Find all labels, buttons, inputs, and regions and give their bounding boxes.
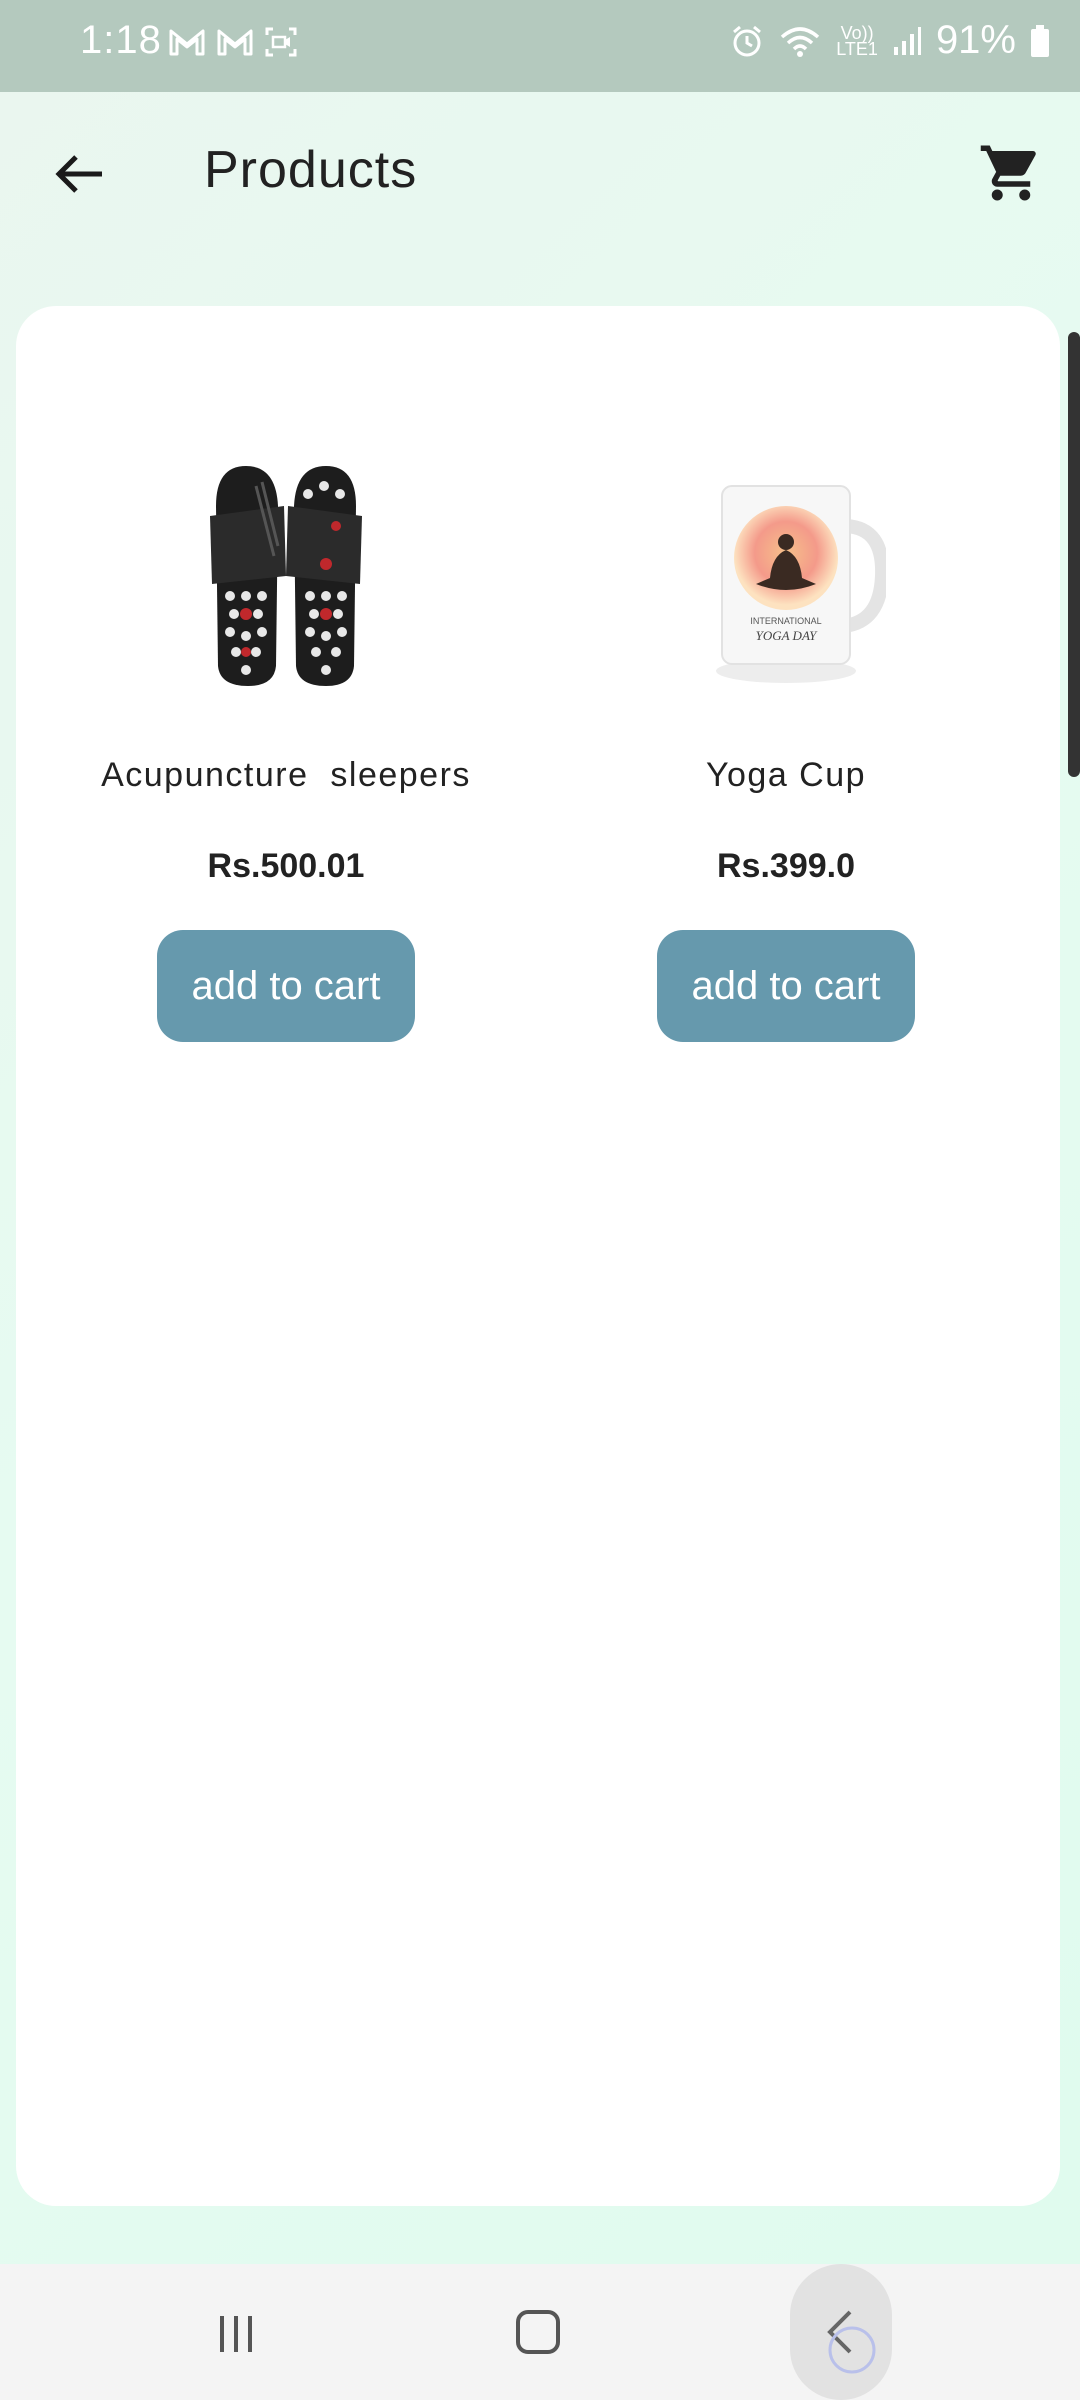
product-price: Rs.399.0 bbox=[717, 847, 855, 885]
scrollbar[interactable] bbox=[1068, 332, 1080, 777]
page-title: Products bbox=[204, 141, 418, 199]
product-price: Rs.500.01 bbox=[207, 847, 365, 885]
screen-recorder-icon bbox=[265, 27, 297, 57]
lte-label: LTE1 bbox=[836, 38, 878, 59]
product-name: Acupuncture sleepers bbox=[101, 756, 471, 794]
product-item: Acupuncture sleepers Rs.500.01 add to ca… bbox=[36, 446, 536, 1042]
add-to-cart-button[interactable]: add to cart bbox=[157, 930, 415, 1042]
product-item: INTERNATIONAL YOGA DAY Yoga Cup Rs.399.0… bbox=[536, 446, 1036, 1042]
slippers-image bbox=[210, 466, 362, 686]
gmail-icon bbox=[217, 29, 253, 56]
status-bar: 1:18 Vo)) LTE1 91% bbox=[0, 0, 1080, 92]
gmail-icon bbox=[169, 29, 205, 56]
status-time: 1:18 bbox=[80, 18, 162, 62]
system-nav-bar bbox=[0, 2264, 1080, 2400]
notification-icons bbox=[168, 26, 298, 58]
signal-icon bbox=[893, 26, 921, 55]
app-header: Products bbox=[0, 92, 1080, 252]
arrow-left-icon bbox=[55, 155, 102, 193]
back-button[interactable] bbox=[50, 144, 110, 204]
add-to-cart-button[interactable]: add to cart bbox=[657, 930, 915, 1042]
back-nav-icon[interactable] bbox=[818, 2304, 878, 2374]
alarm-icon bbox=[733, 25, 762, 56]
wifi-icon bbox=[781, 26, 820, 57]
battery-icon bbox=[1031, 24, 1049, 57]
mug-image: INTERNATIONAL YOGA DAY bbox=[716, 485, 886, 683]
product-name: Yoga Cup bbox=[705, 756, 867, 794]
shopping-cart-icon bbox=[980, 145, 1036, 201]
mug-print-line1: INTERNATIONAL bbox=[750, 616, 821, 626]
mug-print-line2: YOGA DAY bbox=[756, 628, 819, 643]
recents-icon[interactable] bbox=[214, 2312, 258, 2356]
battery-percent: 91% bbox=[935, 18, 1016, 62]
volte-indicator: Vo)) LTE1 bbox=[836, 24, 878, 59]
system-icons: Vo)) LTE1 91% bbox=[730, 18, 1050, 63]
products-card: Acupuncture sleepers Rs.500.01 add to ca… bbox=[16, 306, 1060, 2206]
home-icon[interactable] bbox=[514, 2308, 562, 2356]
cart-button[interactable] bbox=[978, 140, 1044, 206]
